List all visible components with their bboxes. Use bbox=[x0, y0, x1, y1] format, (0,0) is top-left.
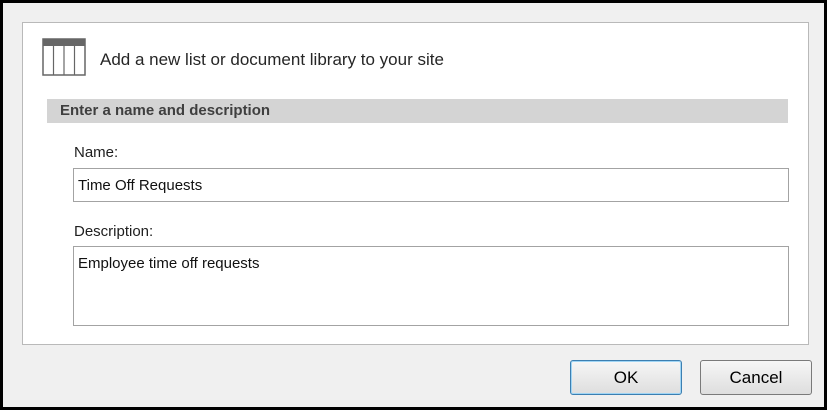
section-header: Enter a name and description bbox=[47, 99, 788, 123]
description-label: Description: bbox=[74, 223, 154, 240]
name-input[interactable] bbox=[73, 168, 789, 202]
description-textarea[interactable]: Employee time off requests bbox=[73, 246, 789, 326]
dialog-title: Add a new list or document library to yo… bbox=[100, 50, 444, 69]
add-list-dialog: Add a new list or document library to yo… bbox=[0, 0, 827, 410]
ok-button[interactable]: OK bbox=[570, 360, 682, 395]
list-table-icon bbox=[42, 38, 86, 76]
content-panel: Add a new list or document library to yo… bbox=[22, 22, 809, 345]
section-title: Enter a name and description bbox=[60, 102, 271, 119]
name-label: Name: bbox=[74, 144, 119, 161]
cancel-button[interactable]: Cancel bbox=[700, 360, 812, 395]
